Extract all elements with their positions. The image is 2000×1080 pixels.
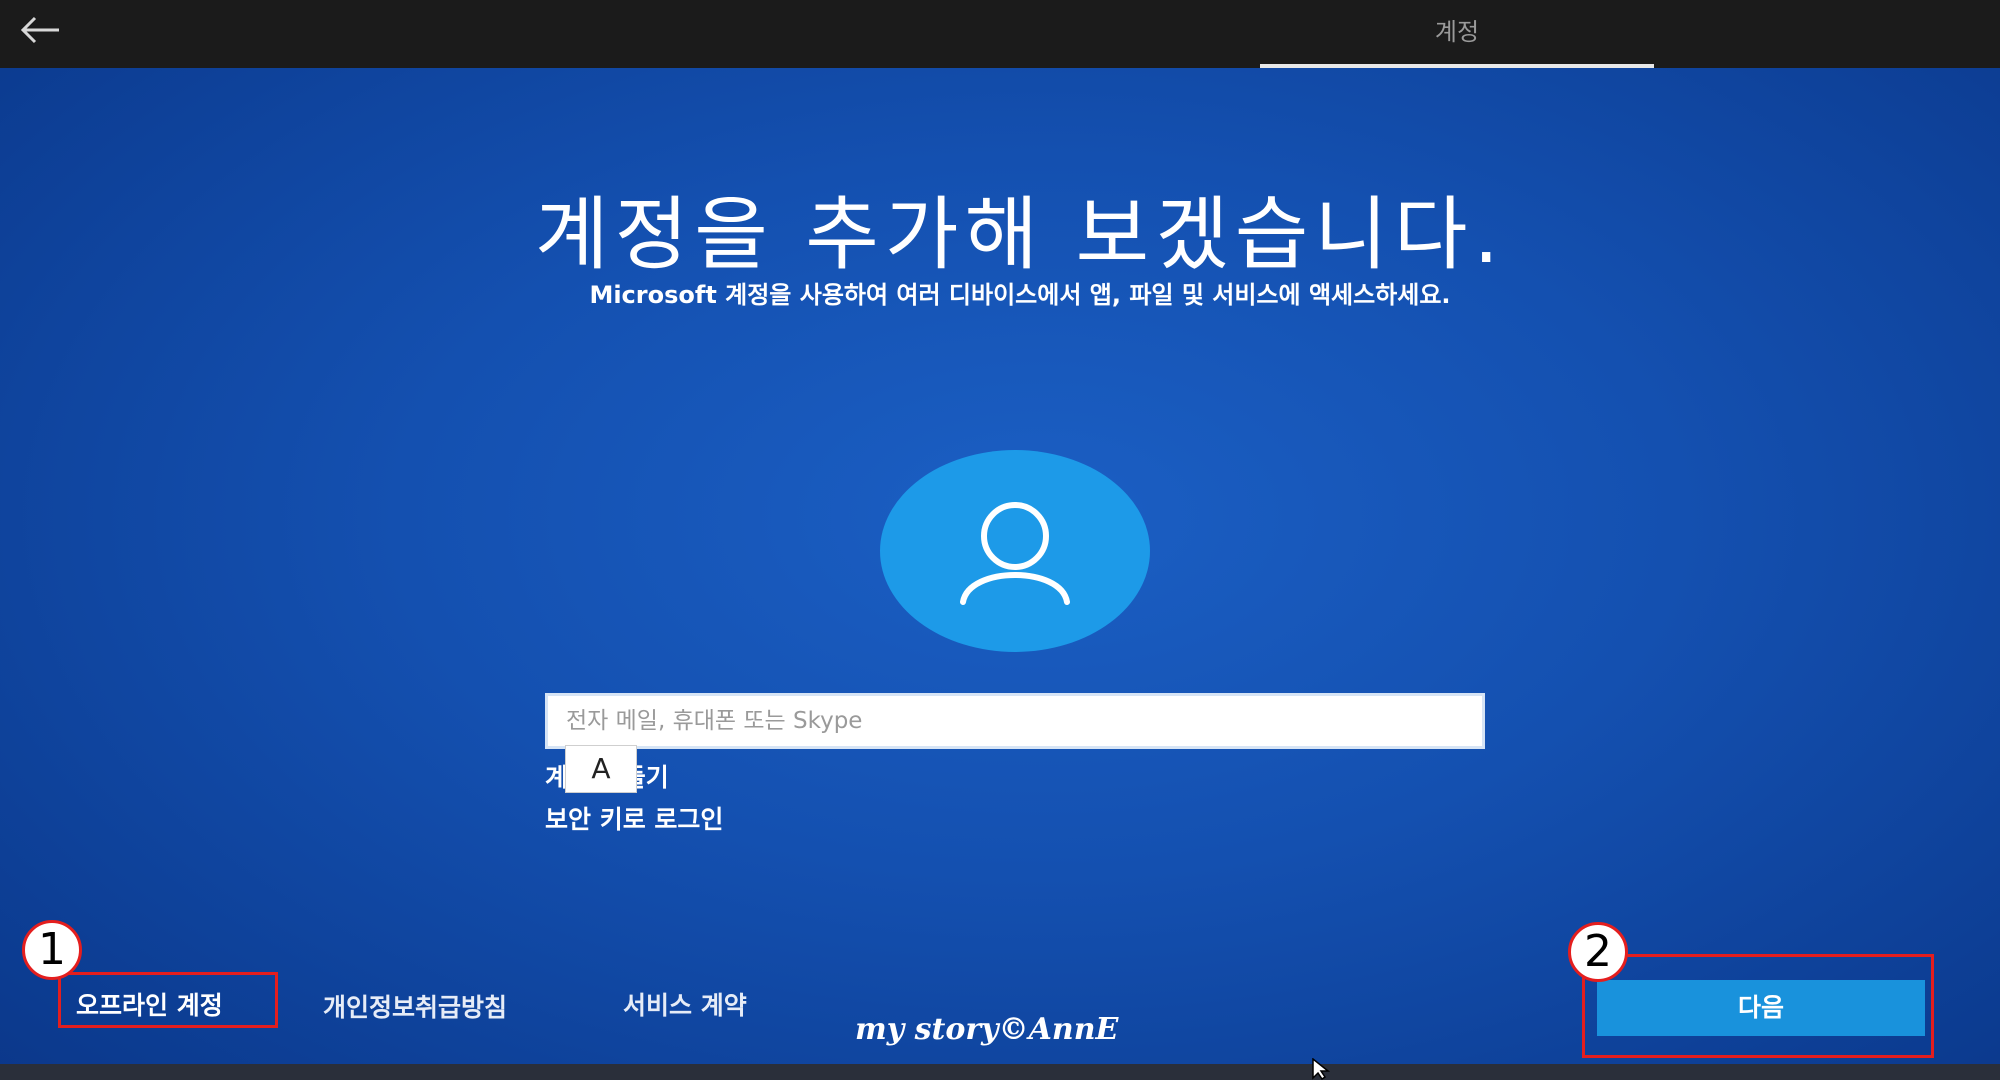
back-button[interactable] — [14, 8, 66, 52]
mouse-pointer-icon — [1312, 1058, 1331, 1080]
top-bar: 계정 — [0, 0, 2000, 68]
page-subtitle: Microsoft 계정을 사용하여 여러 디바이스에서 앱, 파일 및 서비스… — [589, 281, 1451, 309]
annotation-box-2 — [1582, 954, 1934, 1058]
avatar — [880, 450, 1150, 652]
oobe-screen: 계정 계정을 추가해 보겠습니다. Microsoft 계정을 사용하여 여러 … — [0, 0, 2000, 1080]
service-agreement-link[interactable]: 서비스 계약 — [623, 986, 747, 1022]
watermark: my story©AnnE — [855, 1012, 1119, 1047]
page-title: 계정을 추가해 보겠습니다. — [535, 188, 1505, 281]
tab-account[interactable]: 계정 — [1260, 0, 1654, 68]
back-arrow-icon — [20, 16, 59, 44]
email-input[interactable] — [545, 693, 1485, 749]
annotation-marker-2: 2 — [1568, 922, 1628, 982]
privacy-link[interactable]: 개인정보취급방침 — [323, 988, 507, 1024]
ime-indicator: A — [565, 745, 637, 793]
security-key-login-link[interactable]: 보안 키로 로그인 — [545, 800, 723, 836]
user-icon — [960, 502, 1070, 605]
annotation-box-1 — [58, 972, 278, 1028]
bottom-edge — [0, 1064, 2000, 1080]
annotation-marker-1: 1 — [22, 920, 82, 980]
